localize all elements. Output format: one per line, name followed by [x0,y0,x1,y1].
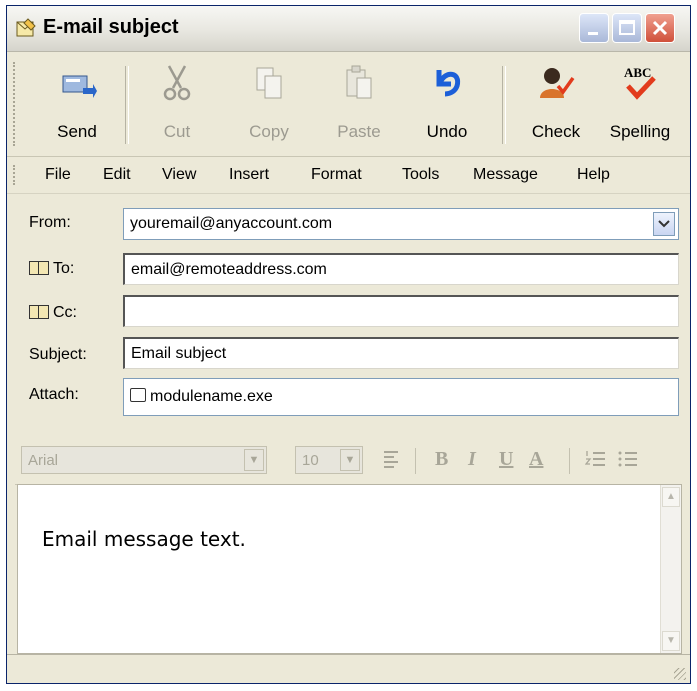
undo-icon [436,70,461,97]
scroll-down-button[interactable]: ▼ [662,631,680,651]
spell-check-icon: ABC [624,65,656,100]
font-value: Arial [28,452,59,469]
from-dropdown-button[interactable] [653,212,675,236]
paste-label: Paste [337,122,381,141]
cut-button[interactable]: Cut [145,58,209,150]
to-button[interactable]: To: [29,260,74,278]
vertical-scrollbar[interactable]: ▲ ▼ [660,485,681,653]
cut-label: Cut [163,122,191,141]
subject-value: Email subject [131,345,227,362]
send-icon [62,75,97,98]
address-book-icon [29,305,49,319]
message-body[interactable]: Email message text. ▲ ▼ [17,484,682,654]
attach-label: Attach: [29,386,79,403]
from-value: youremail@anyaccount.com [130,215,333,232]
maximize-button[interactable] [612,13,642,43]
attachment-icon [130,388,146,402]
copy-icon [256,67,282,99]
close-button[interactable] [645,13,675,43]
compose-window: E-mail subject Send Cut Copy Paste Undo … [6,5,691,684]
menubar-grip[interactable] [13,165,18,185]
compose-mail-icon [16,18,36,37]
subject-label: Subject: [29,346,87,363]
menu-file[interactable]: File [45,166,71,184]
cc-button[interactable]: Cc: [29,304,77,322]
scroll-up-button[interactable]: ▲ [662,487,680,507]
font-select[interactable]: Arial ▼ [21,446,267,474]
undo-label: Undo [426,122,468,141]
bullet-list-icon[interactable] [617,448,639,472]
menu-format[interactable]: Format [311,166,362,184]
menu-bar: File Edit View Insert Format Tools Messa… [7,157,690,194]
close-icon [652,20,668,36]
minimize-icon [588,32,598,35]
format-separator [569,448,570,474]
maximize-icon [619,20,635,35]
send-button[interactable]: Send [45,58,109,150]
font-color-button[interactable]: A [529,448,543,471]
bold-button[interactable]: B [435,448,448,471]
menu-insert[interactable]: Insert [229,166,269,184]
font-size-select[interactable]: 10 ▼ [295,446,363,474]
chevron-down-icon[interactable]: ▼ [340,449,360,471]
scissors-icon [163,65,191,101]
resize-grip[interactable] [674,668,686,680]
check-names-icon [540,68,575,98]
message-text[interactable]: Email message text. [42,527,246,551]
main-toolbar: Send Cut Copy Paste Undo Check ABC Spell… [7,52,690,157]
toolbar-grip[interactable] [13,62,18,146]
to-value: email@remoteaddress.com [131,261,327,278]
italic-button[interactable]: I [468,448,476,471]
copy-button[interactable]: Copy [237,58,301,150]
from-select[interactable]: youremail@anyaccount.com [123,208,679,240]
toolbar-separator [502,66,506,144]
paste-button[interactable]: Paste [327,58,391,150]
send-label: Send [57,122,97,141]
chevron-down-icon[interactable]: ▼ [244,449,264,471]
subject-field[interactable]: Email subject [123,337,679,369]
title-bar[interactable]: E-mail subject [7,6,690,52]
menu-tools[interactable]: Tools [402,166,439,184]
from-label: From: [29,214,71,231]
paragraph-style-icon[interactable] [381,448,403,472]
formatting-toolbar: Arial ▼ 10 ▼ B I U A [15,436,682,485]
window-title: E-mail subject [43,16,179,38]
attach-file[interactable]: modulename.exe [150,388,273,405]
toolbar-separator [125,66,129,144]
to-field[interactable]: email@remoteaddress.com [123,253,679,285]
spelling-button[interactable]: ABC Spelling [603,58,677,150]
underline-button[interactable]: U [499,448,513,471]
undo-button[interactable]: Undo [415,58,479,150]
cc-label: Cc: [53,304,77,321]
font-size-value: 10 [302,452,319,469]
cc-field[interactable] [123,295,679,327]
menu-message[interactable]: Message [473,166,538,184]
check-label: Check [531,122,581,141]
menu-edit[interactable]: Edit [103,166,131,184]
chevron-down-icon [658,220,670,228]
check-names-button[interactable]: Check [521,58,591,150]
attach-field[interactable]: modulename.exe [123,378,679,416]
menu-help[interactable]: Help [577,166,610,184]
menu-view[interactable]: View [162,166,196,184]
address-book-icon [29,261,49,275]
paste-icon [346,65,372,99]
svg-text:ABC: ABC [624,65,651,80]
format-separator [415,448,416,474]
numbered-list-icon[interactable] [585,448,607,472]
minimize-button[interactable] [579,13,609,43]
to-label: To: [53,260,75,277]
status-bar [7,654,690,684]
spelling-label: Spelling [609,122,671,141]
copy-label: Copy [249,122,289,141]
